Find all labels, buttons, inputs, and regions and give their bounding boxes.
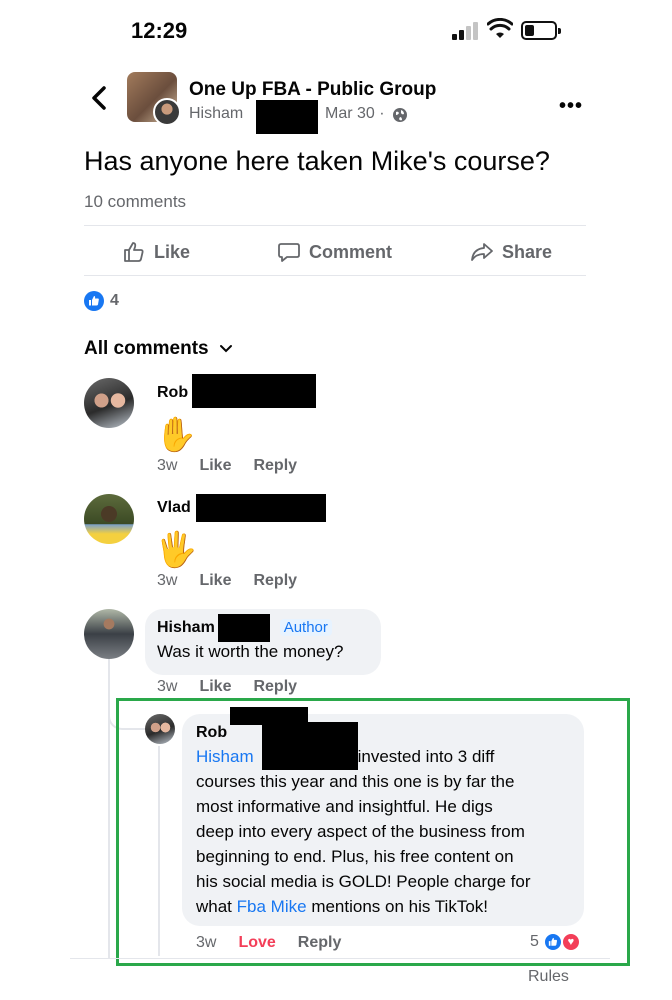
cell-signal-icon bbox=[452, 22, 480, 40]
avatar[interactable] bbox=[84, 609, 134, 659]
share-button[interactable]: Share bbox=[470, 240, 552, 264]
comments-filter-label: All comments bbox=[84, 338, 209, 359]
status-time: 12:29 bbox=[131, 18, 188, 43]
post-date[interactable]: Mar 30 · bbox=[325, 105, 385, 123]
chevron-down-icon bbox=[219, 345, 232, 353]
battery-icon bbox=[521, 21, 561, 40]
comment-meta: 3w Like Reply bbox=[157, 572, 297, 590]
like-reaction-icon bbox=[84, 291, 104, 311]
comments-filter-dropdown[interactable]: All comments bbox=[84, 338, 233, 360]
comment-button[interactable]: Comment bbox=[277, 240, 392, 264]
comment-bubble-icon bbox=[278, 243, 300, 262]
divider bbox=[70, 958, 610, 959]
comment-reply-button[interactable]: Reply bbox=[253, 678, 297, 696]
divider bbox=[84, 275, 586, 276]
author-badge: Author bbox=[279, 619, 332, 636]
group-avatar[interactable] bbox=[127, 72, 181, 126]
reaction-count: 4 bbox=[110, 292, 119, 309]
comment-like-button[interactable]: Like bbox=[199, 678, 231, 696]
comment-label: Comment bbox=[309, 241, 393, 262]
redaction-bar bbox=[256, 100, 318, 134]
comment-like-button[interactable]: Like bbox=[199, 457, 231, 475]
raised-hand-emoji: ✋ bbox=[155, 416, 198, 454]
group-name[interactable]: One Up FBA - Public Group bbox=[189, 79, 436, 101]
post-text: Has anyone here taken Mike's course? bbox=[84, 146, 550, 176]
comment-meta: 3w Like Reply bbox=[157, 457, 297, 475]
globe-icon bbox=[393, 108, 407, 122]
divider bbox=[84, 225, 586, 226]
comment-text: Was it worth the money? bbox=[157, 642, 344, 661]
share-label: Share bbox=[502, 241, 553, 262]
redaction-bar bbox=[196, 494, 326, 522]
avatar[interactable] bbox=[84, 494, 134, 544]
comment-time: 3w bbox=[157, 457, 178, 474]
comment-reply-button[interactable]: Reply bbox=[253, 457, 297, 475]
comment-meta: 3w Like Reply bbox=[157, 678, 297, 696]
poster-name[interactable]: Hisham bbox=[189, 105, 243, 123]
like-button[interactable]: Like bbox=[122, 240, 190, 264]
highlight-box bbox=[116, 698, 630, 966]
avatar[interactable] bbox=[84, 378, 134, 428]
raised-hand-emoji: 🖐 bbox=[155, 531, 198, 569]
redaction-bar bbox=[192, 374, 316, 408]
comment-count[interactable]: 10 comments bbox=[84, 192, 186, 212]
commenter-name[interactable]: Rob bbox=[157, 384, 188, 402]
thumbs-up-icon bbox=[124, 242, 144, 262]
back-arrow-icon[interactable] bbox=[88, 84, 110, 112]
rules-link[interactable]: Rules bbox=[528, 968, 569, 986]
comment-like-button[interactable]: Like bbox=[199, 572, 231, 590]
poster-avatar bbox=[153, 98, 181, 126]
share-arrow-icon bbox=[471, 243, 493, 261]
reaction-summary[interactable]: 4 bbox=[84, 291, 119, 311]
more-options-icon[interactable]: ••• bbox=[559, 95, 583, 118]
commenter-name[interactable]: Hisham bbox=[157, 619, 215, 636]
comment-reply-button[interactable]: Reply bbox=[253, 572, 297, 590]
comment-time: 3w bbox=[157, 572, 178, 589]
like-label: Like bbox=[154, 241, 191, 262]
redaction-bar bbox=[218, 614, 270, 642]
commenter-name[interactable]: Vlad bbox=[157, 499, 191, 517]
comment-time: 3w bbox=[157, 678, 178, 695]
wifi-icon bbox=[487, 18, 513, 38]
